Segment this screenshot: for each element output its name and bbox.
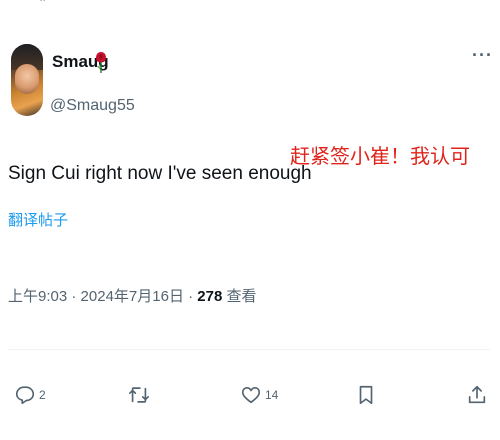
meta-separator: · [188, 288, 194, 305]
reply-count: 2 [39, 388, 46, 402]
repost-button[interactable] [128, 382, 150, 408]
like-button[interactable]: 14 [240, 382, 278, 408]
meta-separator: · [71, 288, 77, 305]
bookmark-icon [359, 385, 373, 405]
reply-icon [15, 386, 35, 405]
avatar-face [15, 64, 39, 94]
share-icon [468, 385, 486, 404]
heart-icon [241, 387, 261, 404]
tweet-time[interactable]: 上午9:03 [8, 288, 67, 305]
views-count: 278 [197, 288, 223, 305]
more-options-icon[interactable]: ··· [472, 46, 493, 64]
user-handle[interactable]: @Smaug55 [50, 97, 135, 115]
rose-icon [96, 52, 106, 73]
avatar[interactable] [11, 44, 43, 116]
tweet-date[interactable]: 2024年7月16日 [81, 288, 184, 305]
views-label: 查看 [226, 288, 257, 305]
translate-post-link[interactable]: 翻译帖子 [8, 209, 68, 230]
share-button[interactable] [466, 382, 488, 408]
repost-icon [129, 387, 149, 403]
cropped-previous-content: '' [0, 0, 500, 9]
cropped-marks: '' [40, 0, 47, 9]
bookmark-button[interactable] [355, 382, 377, 408]
tweet-text: Sign Cui right now I've seen enough [8, 163, 312, 184]
reply-button[interactable]: 2 [14, 382, 46, 408]
annotation-overlay: 赶紧签小崔！我认可 [290, 146, 470, 168]
tweet-meta: 上午9:03 · 2024年7月16日 · 278 查看 [8, 285, 257, 306]
divider [8, 349, 490, 350]
like-count: 14 [265, 388, 279, 402]
